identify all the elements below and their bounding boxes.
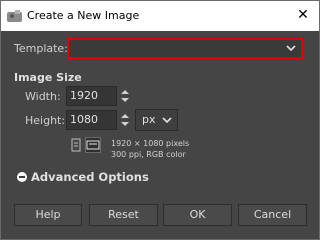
help-button[interactable]: Help [14,204,82,226]
height-label: Height: [25,114,66,127]
unit-dropdown[interactable]: px [135,109,178,131]
gimp-app-icon [7,10,22,22]
image-size-heading: Image Size [14,71,82,84]
unit-value: px [142,113,156,126]
increment-icon [121,90,129,94]
chevron-down-icon [286,45,296,52]
landscape-icon[interactable] [85,137,101,153]
template-dropdown[interactable] [67,38,303,59]
width-value: 1920 [70,89,98,102]
dimensions-text: 1920 × 1080 pixels [111,139,190,148]
template-label: Template: [14,42,68,55]
resolution-text: 300 ppi, RGB color [111,150,186,159]
decrement-icon [121,98,129,102]
chevron-down-icon [162,117,172,124]
dialog-title: Create a New Image [27,9,140,22]
decrement-icon [121,122,129,126]
width-field[interactable]: 1920 [66,86,117,106]
close-button[interactable]: ✕ [295,7,311,23]
new-image-dialog: Create a New Image ✕ Template: Image Siz… [0,0,320,240]
width-label: Width: [25,90,61,103]
cancel-button[interactable]: Cancel [238,204,307,226]
advanced-options-toggle-icon[interactable] [17,172,27,182]
height-value: 1080 [70,113,98,126]
height-spinner[interactable] [119,110,131,130]
advanced-options-label[interactable]: Advanced Options [31,170,149,184]
increment-icon [121,114,129,118]
close-icon: ✕ [297,7,309,23]
width-spinner[interactable] [119,86,131,106]
portrait-icon[interactable] [69,138,83,154]
reset-button[interactable]: Reset [89,204,158,226]
image-info: 1920 × 1080 pixels 300 ppi, RGB color [111,138,189,160]
title-bar: Create a New Image ✕ [1,1,319,31]
height-field[interactable]: 1080 [66,110,117,130]
ok-button[interactable]: OK [163,204,232,226]
